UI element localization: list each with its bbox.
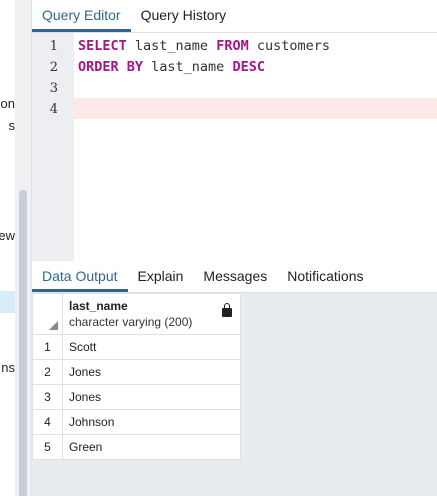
code-line[interactable]: 1 SELECT last_name FROM customers <box>32 36 437 57</box>
row-number[interactable]: 3 <box>32 384 63 410</box>
tab-explain[interactable]: Explain <box>128 261 194 292</box>
column-header-last-name[interactable]: last_name character varying (200) <box>62 293 241 335</box>
table-row[interactable]: 1 Scott <box>32 334 241 360</box>
table-row[interactable]: 4 Johnson <box>32 409 241 435</box>
column-type: character varying (200) <box>69 315 193 329</box>
row-number[interactable]: 5 <box>32 434 63 460</box>
line-number: 4 <box>49 102 58 117</box>
object-browser-sidebar: ion s ew ns <box>0 0 15 496</box>
line-number: 1 <box>49 39 58 54</box>
cell-last-name[interactable]: Green <box>62 434 241 460</box>
line-number: 3 <box>49 81 58 96</box>
select-all-corner[interactable] <box>32 293 63 335</box>
sql-keyword: DESC <box>232 59 265 75</box>
tab-data-output[interactable]: Data Output <box>32 261 128 292</box>
output-tabs: Data Output Explain Messages Notificatio… <box>32 261 437 293</box>
sql-editor[interactable]: 1 SELECT last_name FROM customers 2 ORDER B… <box>32 33 437 261</box>
cell-last-name[interactable]: Jones <box>62 359 241 385</box>
code-line[interactable]: 2 ORDER BY last_name DESC <box>32 57 437 78</box>
table-row[interactable]: 3 Jones <box>32 384 241 410</box>
data-grid: last_name character varying (200) 1 Scott… <box>32 293 241 460</box>
sql-keyword: SELECT <box>78 38 127 54</box>
code-text: ORDER BY last_name DESC <box>78 57 265 78</box>
cell-last-name[interactable]: Jones <box>62 384 241 410</box>
sql-keyword: ORDER BY <box>78 59 144 75</box>
sql-identifier: last_name <box>126 38 217 54</box>
output-panel: Data Output Explain Messages Notificatio… <box>32 261 437 496</box>
sidebar-scrollbar[interactable] <box>15 0 32 496</box>
table-row[interactable]: 5 Green <box>32 434 241 460</box>
cell-last-name[interactable]: Johnson <box>62 409 241 435</box>
cell-last-name[interactable]: Scott <box>62 334 241 360</box>
line-number: 2 <box>49 60 58 75</box>
sidebar-selected-item[interactable] <box>0 291 15 313</box>
tab-notifications[interactable]: Notifications <box>277 261 373 292</box>
row-number[interactable]: 4 <box>32 409 63 435</box>
code-text: SELECT last_name FROM customers <box>78 36 330 57</box>
corner-triangle-icon <box>49 321 58 330</box>
query-tool: Query Editor Query History 1 SELECT last_… <box>32 0 437 496</box>
row-number[interactable]: 2 <box>32 359 63 385</box>
column-name: last_name <box>69 299 128 313</box>
sidebar-item[interactable]: ew <box>0 228 15 243</box>
tab-messages[interactable]: Messages <box>193 261 277 292</box>
lock-icon <box>222 303 232 317</box>
sql-keyword: FROM <box>216 38 249 54</box>
editor-tabs: Query Editor Query History <box>32 0 437 33</box>
scrollbar-thumb[interactable] <box>19 190 27 496</box>
tab-query-editor[interactable]: Query Editor <box>32 0 131 32</box>
sidebar-item[interactable]: ns <box>1 360 15 375</box>
row-number[interactable]: 1 <box>32 334 63 360</box>
sidebar-item[interactable]: ion <box>0 96 15 111</box>
table-row[interactable]: 2 Jones <box>32 359 241 385</box>
tab-query-history[interactable]: Query History <box>131 0 237 32</box>
code-line[interactable]: 3 <box>32 78 437 99</box>
sql-identifier: last_name <box>143 59 233 75</box>
code-line[interactable]: 4 <box>32 99 437 120</box>
sql-identifier: customers <box>248 38 330 54</box>
